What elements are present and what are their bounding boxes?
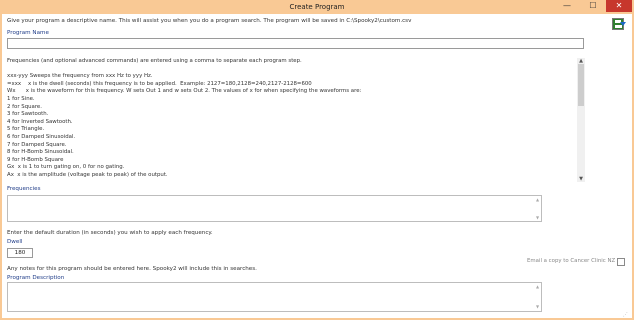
dialog-body: Give your program a descriptive name. Th…: [2, 14, 632, 318]
scroll-down-icon[interactable]: ▼: [577, 176, 585, 182]
program-name-label: Program Name: [7, 30, 49, 36]
dwell-intro-text: Enter the default duration (in seconds) …: [7, 230, 213, 236]
minimize-button[interactable]: —: [554, 0, 580, 12]
description-scroll-down-icon[interactable]: ▼: [534, 304, 541, 309]
frequencies-scroll-down-icon[interactable]: ▼: [534, 215, 541, 220]
resize-grip-icon[interactable]: ⋰: [623, 312, 629, 318]
email-copy-label: Email a copy to Cancer Clinic NZ: [527, 258, 616, 264]
scroll-thumb[interactable]: [578, 64, 584, 106]
program-description-input[interactable]: [7, 282, 542, 312]
email-copy-checkbox[interactable]: [617, 258, 625, 266]
window-title: Create Program: [289, 3, 345, 11]
title-bar: Create Program — ☐ ✕: [0, 0, 634, 14]
notes-intro-text: Any notes for this program should be ent…: [7, 266, 257, 272]
program-name-input[interactable]: [7, 38, 584, 49]
maximize-button[interactable]: ☐: [580, 0, 606, 12]
frequencies-scroll-up-icon[interactable]: ▲: [534, 197, 541, 202]
frequencies-label: Frequencies: [7, 186, 41, 192]
dwell-label: Dwell: [7, 239, 23, 245]
dwell-input[interactable]: 180: [7, 248, 33, 258]
frequency-help-text: Frequencies (and optional advanced comma…: [7, 58, 362, 178]
help-scrollbar[interactable]: ▲ ▼: [577, 58, 585, 182]
description-scroll-up-icon[interactable]: ▲: [534, 284, 541, 289]
program-description-label: Program Description: [7, 275, 65, 281]
close-button[interactable]: ✕: [606, 0, 632, 12]
save-disk-icon[interactable]: [612, 18, 626, 30]
intro-text: Give your program a descriptive name. Th…: [7, 18, 412, 24]
frequencies-input[interactable]: [7, 195, 542, 222]
